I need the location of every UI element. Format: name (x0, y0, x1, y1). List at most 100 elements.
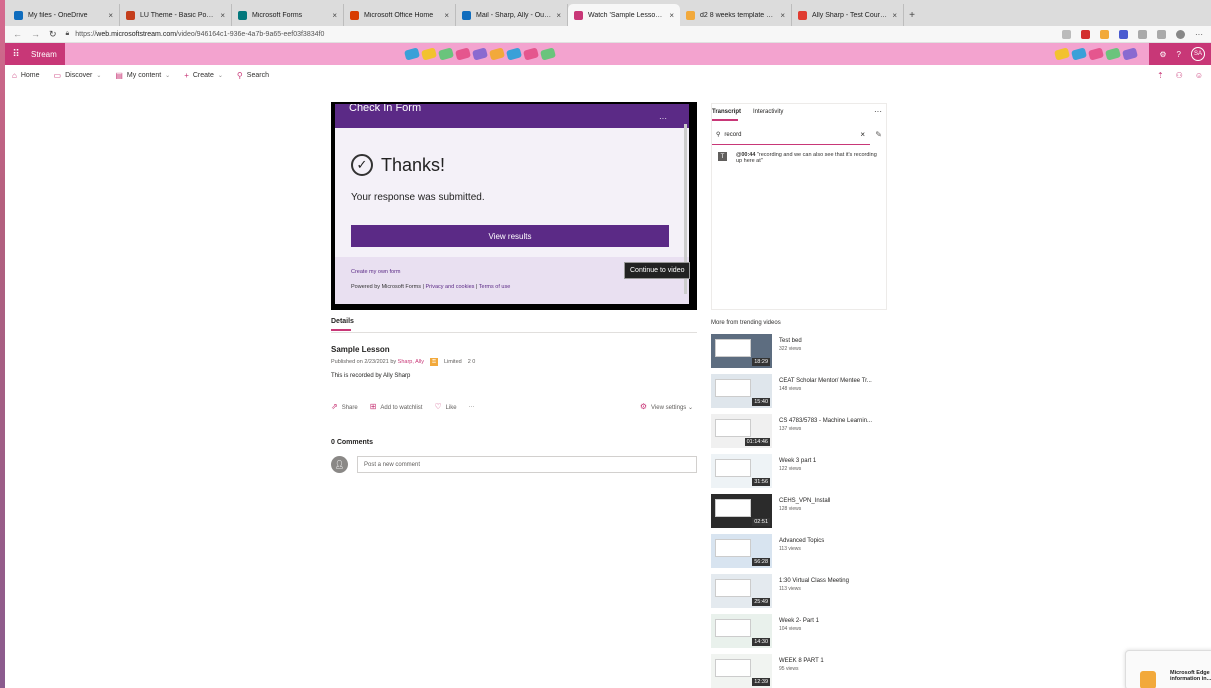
header-banner-art-right (1053, 43, 1139, 65)
help-icon[interactable]: ? (1177, 50, 1181, 59)
close-icon[interactable]: × (669, 11, 674, 20)
trending-video-item[interactable]: 31:56 Week 3 part 1 122 views (711, 454, 872, 494)
settings-icon[interactable]: ⚙ (1159, 50, 1166, 59)
close-icon[interactable]: × (332, 11, 337, 20)
trending-video-item[interactable]: 15:40 CEAT Scholar Mentor/ Mentee Tr... 14… (711, 374, 872, 414)
video-thumbnail[interactable]: 31:56 (711, 454, 772, 488)
trending-video-item[interactable]: 56:28 Advanced Topics 113 views (711, 534, 872, 574)
browser-tab-template[interactable]: d2 8 weeks template - QM To × (680, 4, 792, 26)
extension-blue-icon[interactable] (1119, 29, 1128, 39)
read-aloud-icon[interactable] (1062, 29, 1071, 39)
more-actions-button[interactable]: ··· (469, 404, 475, 410)
transcript-search-input[interactable]: ⚲ record × (712, 125, 870, 145)
video-title-link[interactable]: WEEK 8 PART 1 (779, 658, 824, 664)
upload-icon[interactable]: ⇡ (1157, 71, 1164, 80)
trending-video-item[interactable]: 14:30 Week 2- Part 1 104 views (711, 614, 872, 654)
forward-icon[interactable]: → (31, 29, 40, 39)
emoji-feedback-icon[interactable]: ☺ (1195, 71, 1203, 80)
edge-notification[interactable]: Microsoft Edge information in... (1125, 650, 1211, 688)
app-launcher-icon[interactable]: ⠿ (5, 43, 27, 65)
collections-icon[interactable] (1157, 29, 1166, 39)
tab-details[interactable]: Details (331, 318, 354, 331)
share-button[interactable]: ⇗ Share (331, 402, 358, 411)
trending-video-item[interactable]: 18:29 Test bed 322 views (711, 334, 872, 374)
close-icon[interactable]: × (780, 11, 785, 20)
trending-video-item[interactable]: 01:14:46 CS 4783/5783 - Machine Learnin..… (711, 414, 872, 454)
close-icon[interactable]: × (892, 11, 897, 20)
browser-tab-onedrive[interactable]: My files - OneDrive × (8, 4, 120, 26)
browser-tab-forms[interactable]: Microsoft Forms × (232, 4, 344, 26)
video-title-link[interactable]: CEHS_VPN_Install (779, 498, 830, 504)
video-title-link[interactable]: CS 4783/5783 - Machine Learnin... (779, 418, 872, 424)
video-title-link[interactable]: Week 2- Part 1 (779, 618, 819, 624)
stream-brand[interactable]: Stream (27, 43, 65, 65)
privacy-link[interactable]: Privacy and cookies (425, 284, 474, 290)
video-title-link[interactable]: Week 3 part 1 (779, 458, 816, 464)
trending-video-item[interactable]: 25:49 1:30 Virtual Class Meeting 113 views (711, 574, 872, 614)
divider (331, 332, 697, 333)
settings-more-icon[interactable]: ··· (1195, 30, 1203, 39)
video-thumbnail[interactable]: 56:28 (711, 534, 772, 568)
back-icon[interactable]: ← (13, 29, 22, 39)
url-field[interactable]: 🔒︎ https://web.microsoftstream.com/video… (66, 30, 1053, 38)
video-thumbnail[interactable]: 12:39 (711, 654, 772, 688)
favorites-icon[interactable] (1138, 29, 1147, 39)
stream-nav: ⌂ Home ▭ Discover ⌄ ▤ My content ⌄ + Create ⌄ ⚲… (5, 65, 1211, 85)
create-form-link[interactable]: Create my own form (351, 269, 401, 275)
video-thumbnail[interactable]: 18:29 (711, 334, 772, 368)
profile-icon[interactable] (1176, 29, 1185, 39)
terms-link[interactable]: Terms of use (479, 284, 510, 290)
nav-search[interactable]: ⚲ Search (237, 71, 269, 80)
video-thumbnail[interactable]: 02:51 (711, 494, 772, 528)
close-icon[interactable]: × (220, 11, 225, 20)
video-title-link[interactable]: Test bed (779, 338, 802, 344)
clear-icon[interactable]: × (860, 130, 865, 139)
header-actions: ⚙ ? SA (1149, 43, 1211, 65)
transcript-entry[interactable]: T @00:44 "recording and we can also see … (718, 152, 878, 164)
view-settings-button[interactable]: ⚙ View settings ⌄ (640, 402, 693, 411)
refresh-icon[interactable]: ↻ (49, 29, 57, 40)
like-button[interactable]: ♡ Like (434, 402, 456, 411)
close-icon[interactable]: × (108, 11, 113, 20)
close-icon[interactable]: × (444, 11, 449, 20)
edit-icon[interactable]: ✎ (875, 130, 882, 139)
video-thumbnail[interactable]: 15:40 (711, 374, 772, 408)
video-meta: Week 2- Part 1 104 views (779, 614, 819, 654)
trending-video-item[interactable]: 12:39 WEEK 8 PART 1 95 views (711, 654, 872, 688)
browser-tab-outlook[interactable]: Mail - Sharp, Ally - Outlook × (456, 4, 568, 26)
plus-icon: + (184, 70, 189, 80)
new-tab-button[interactable]: + (904, 4, 920, 26)
comment-input[interactable]: Post a new comment (357, 456, 697, 473)
video-title-link[interactable]: CEAT Scholar Mentor/ Mentee Tr... (779, 378, 872, 384)
author-link[interactable]: Sharp, Ally (398, 359, 424, 365)
close-icon[interactable]: × (556, 11, 561, 20)
browser-tab-stream[interactable]: Watch 'Sample Lesson' | Micro × (568, 4, 680, 26)
avatar[interactable]: SA (1191, 47, 1205, 61)
tab-interactivity[interactable]: Interactivity (753, 109, 783, 121)
video-title-link[interactable]: Advanced Topics (779, 538, 824, 544)
extension-red-icon[interactable] (1081, 29, 1090, 39)
lock-icon: 🔒︎ (65, 30, 70, 37)
nav-discover[interactable]: ▭ Discover ⌄ (54, 71, 102, 80)
extension-office-icon[interactable] (1100, 29, 1109, 39)
video-thumbnail[interactable]: 25:49 (711, 574, 772, 608)
trending-video-item[interactable]: 02:51 CEHS_VPN_Install 128 views (711, 494, 872, 534)
video-thumbnail[interactable]: 01:14:46 (711, 414, 772, 448)
people-icon[interactable]: ⚇ (1176, 71, 1183, 80)
browser-tab-course[interactable]: Ally Sharp - Test Course: Page × (792, 4, 904, 26)
video-player[interactable]: Check In Form ··· ✓ Thanks! Your respons… (331, 102, 697, 310)
transcript-more-button[interactable]: ··· (874, 107, 882, 116)
browser-tab-powerpoint[interactable]: LU Theme - Basic PowerPoin × (120, 4, 232, 26)
add-to-watchlist-button[interactable]: ⊞ Add to watchlist (370, 402, 423, 411)
video-title-link[interactable]: 1:30 Virtual Class Meeting (779, 578, 849, 584)
browser-tab-office[interactable]: Microsoft Office Home × (344, 4, 456, 26)
video-thumbnail[interactable]: 14:30 (711, 614, 772, 648)
nav-my-content[interactable]: ▤ My content ⌄ (115, 71, 170, 80)
tab-transcript[interactable]: Transcript (712, 109, 741, 121)
nav-create[interactable]: + Create ⌄ (184, 71, 223, 80)
view-results-button[interactable]: View results (351, 225, 669, 247)
continue-to-video-button[interactable]: Continue to video (624, 262, 691, 279)
heart-icon: ♡ (434, 402, 442, 411)
tab-title: Mail - Sharp, Ally - Outlook (476, 11, 552, 19)
nav-home[interactable]: ⌂ Home (12, 71, 40, 80)
